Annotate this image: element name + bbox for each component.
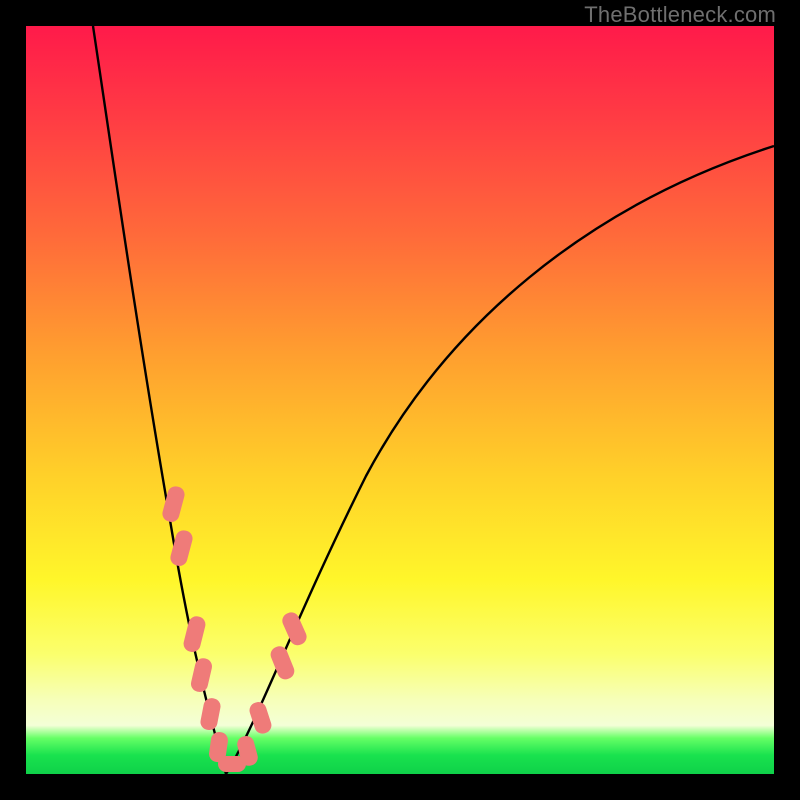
curve-layer	[26, 26, 774, 774]
marker	[199, 697, 222, 732]
marker	[182, 615, 207, 654]
chart-frame: TheBottleneck.com	[0, 0, 800, 800]
marker-group	[161, 485, 310, 772]
watermark-text: TheBottleneck.com	[584, 2, 776, 28]
marker	[247, 700, 273, 736]
marker	[280, 610, 309, 648]
curve-right-branch	[226, 146, 774, 774]
plot-area	[26, 26, 774, 774]
marker	[189, 657, 213, 694]
